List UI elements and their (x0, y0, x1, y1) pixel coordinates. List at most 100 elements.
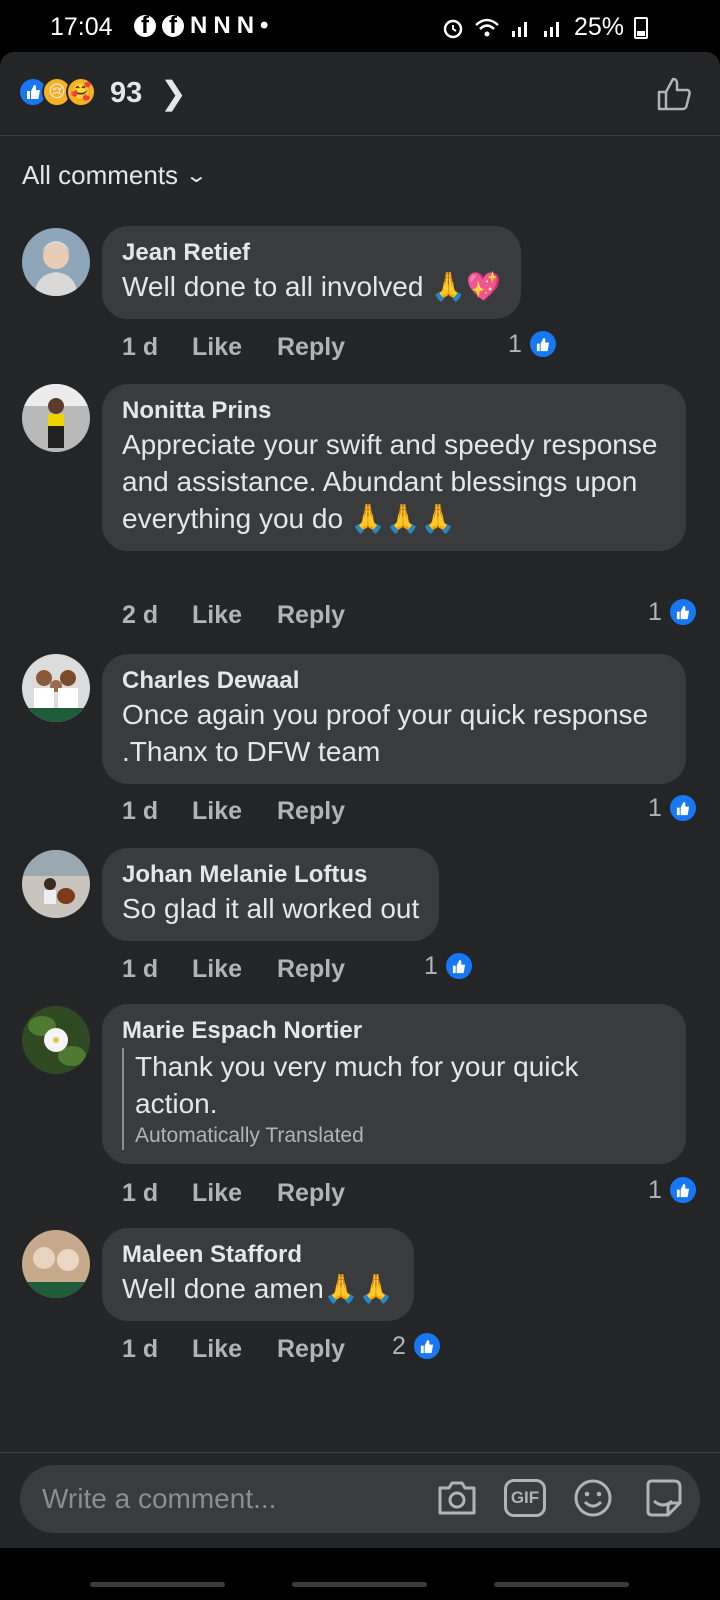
comment-reaction-count[interactable]: 1 (648, 597, 698, 627)
like-icon (667, 1175, 698, 1205)
reply-button[interactable]: Reply (277, 955, 345, 984)
news-notification-icon: N (236, 12, 255, 39)
like-icon (443, 951, 474, 981)
avatar[interactable] (22, 654, 90, 722)
comment-bubble[interactable]: Jean Retief Well done to all involved 🙏💖 (102, 226, 521, 319)
reactions-header[interactable]: 😢 🥰 93 ❯ (0, 52, 720, 136)
comment-reaction-count[interactable]: 1 (648, 1175, 698, 1205)
comment-actions: 1 d Like Reply (122, 797, 345, 826)
translated-block: Thank you very much for your quick actio… (122, 1048, 666, 1150)
back-button[interactable] (494, 1582, 629, 1587)
alarm-icon (443, 19, 463, 38)
sticker-icon[interactable] (640, 1475, 686, 1521)
notification-icons: f f N N N • (134, 12, 268, 40)
comment-input[interactable]: Write a comment... GIF (20, 1465, 700, 1533)
comment-author[interactable]: Charles Dewaal (122, 666, 666, 696)
status-bar: 17:04 f f N N N • 25% (0, 0, 720, 52)
reaction-number: 2 (392, 1331, 406, 1360)
like-button[interactable]: Like (192, 955, 277, 984)
comment-time: 1 d (122, 955, 159, 983)
reply-button[interactable]: Reply (277, 333, 345, 362)
avatar[interactable] (22, 850, 90, 918)
facebook-notification-icon: f (134, 12, 156, 39)
emoji-icon[interactable] (570, 1475, 616, 1521)
gif-icon[interactable]: GIF (504, 1479, 546, 1517)
comment-text: Appreciate your swift and speedy respons… (122, 429, 658, 534)
comment-author[interactable]: Jean Retief (122, 238, 501, 268)
status-time: 17:04 (50, 13, 113, 41)
comment-text: Once again you proof your quick response… (122, 699, 649, 767)
reply-button[interactable]: Reply (277, 601, 345, 630)
more-notifications-icon: • (260, 12, 269, 39)
comment-author[interactable]: Johan Melanie Loftus (122, 860, 419, 890)
comment-time: 1 d (122, 1335, 159, 1363)
comment-text: Well done amen🙏🙏 (122, 1273, 394, 1304)
like-icon (527, 329, 558, 359)
comment-text: Well done to all involved 🙏💖 (122, 271, 501, 302)
comment-actions: 2 d Like Reply (122, 601, 345, 630)
facebook-notification-icon: f (162, 12, 184, 39)
comment-reaction-count[interactable]: 1 (508, 329, 558, 359)
composer-icons: GIF (434, 1475, 686, 1521)
comment-actions: 1 d Like Reply (122, 1335, 345, 1364)
wifi-icon (475, 18, 499, 36)
translation-label[interactable]: Automatically Translated (135, 1122, 666, 1150)
reaction-icons: 😢 🥰 (18, 77, 96, 107)
sort-label: All comments (22, 160, 179, 190)
like-button[interactable]: Like (192, 797, 277, 826)
avatar[interactable] (22, 1006, 90, 1074)
like-button[interactable]: Like (192, 1179, 277, 1208)
comment-bubble[interactable]: Maleen Stafford Well done amen🙏🙏 (102, 1228, 414, 1321)
comment-placeholder: Write a comment... (42, 1483, 277, 1514)
reaction-number: 1 (648, 793, 662, 822)
like-outline-icon[interactable] (656, 76, 692, 112)
comment-reaction-count[interactable]: 1 (648, 793, 698, 823)
like-icon (411, 1331, 442, 1361)
battery-icon (634, 16, 648, 39)
news-notification-icon: N (190, 12, 208, 39)
news-notification-icon: N (213, 12, 231, 39)
like-button[interactable]: Like (192, 1335, 277, 1364)
care-icon: 🥰 (66, 77, 96, 107)
chevron-down-icon: ⌄ (184, 165, 209, 187)
avatar[interactable] (22, 384, 90, 452)
camera-icon[interactable] (434, 1475, 480, 1521)
comment-reaction-count[interactable]: 1 (424, 951, 474, 981)
comment-author[interactable]: Nonitta Prins (122, 396, 666, 426)
comment-bubble[interactable]: Johan Melanie Loftus So glad it all work… (102, 848, 440, 941)
reaction-count: 93 (110, 77, 143, 109)
comment-bubble[interactable]: Charles Dewaal Once again you proof your… (102, 654, 686, 784)
recents-button[interactable] (90, 1582, 225, 1587)
avatar[interactable] (22, 1230, 90, 1298)
comment-time: 1 d (122, 333, 159, 361)
like-button[interactable]: Like (192, 601, 277, 630)
comment-text: So glad it all worked out (122, 893, 420, 924)
comment-composer-area: Write a comment... GIF (0, 1452, 720, 1548)
comment-author[interactable]: Maleen Stafford (122, 1240, 394, 1270)
comments-sort-dropdown[interactable]: All comments ⌄ (22, 160, 209, 191)
comment-bubble[interactable]: Nonitta Prins Appreciate your swift and … (102, 384, 686, 551)
comment-time: 1 d (122, 1179, 159, 1207)
comment-time: 2 d (122, 601, 159, 629)
comment-reaction-count[interactable]: 2 (392, 1331, 442, 1361)
comment-author[interactable]: Marie Espach Nortier (122, 1016, 666, 1046)
avatar[interactable] (22, 228, 90, 296)
like-icon (667, 793, 698, 823)
comment-bubble[interactable]: Marie Espach Nortier Thank you very much… (102, 1004, 686, 1164)
like-icon (667, 597, 698, 627)
system-navigation-bar (0, 1548, 720, 1600)
reaction-number: 1 (424, 951, 438, 980)
reply-button[interactable]: Reply (277, 797, 345, 826)
reaction-number: 1 (508, 329, 522, 358)
comment-actions: 1 d Like Reply (122, 955, 345, 984)
comment-text: Thank you very much for your quick actio… (135, 1051, 579, 1119)
home-button[interactable] (292, 1582, 427, 1587)
reply-button[interactable]: Reply (277, 1335, 345, 1364)
reaction-number: 1 (648, 1175, 662, 1204)
reply-button[interactable]: Reply (277, 1179, 345, 1208)
comment-actions: 1 d Like Reply (122, 1179, 345, 1208)
reaction-number: 1 (648, 597, 662, 626)
like-button[interactable]: Like (192, 333, 277, 362)
chevron-right-icon[interactable]: ❯ (160, 74, 187, 112)
comments-sheet: 😢 🥰 93 ❯ All comments ⌄ Jean Retief Well… (0, 52, 720, 1600)
